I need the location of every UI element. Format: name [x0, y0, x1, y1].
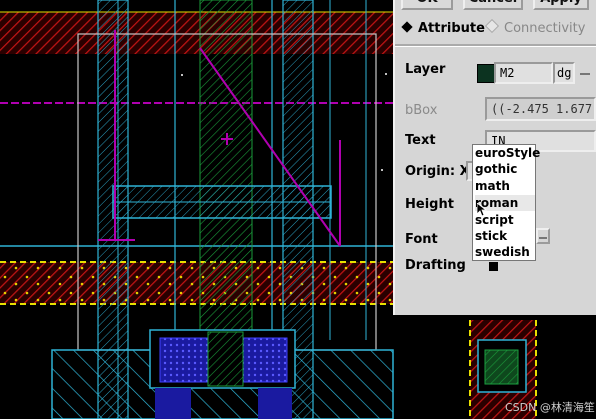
text-label: Text	[405, 133, 436, 148]
font-option-eurostyle[interactable]: euroStyle	[475, 145, 540, 161]
tab-divider	[395, 44, 596, 47]
radio-diamond-icon	[401, 21, 413, 33]
tab-connectivity-label: Connectivity	[504, 21, 586, 36]
mouse-cursor-icon	[477, 203, 487, 217]
tab-attribute[interactable]: Attribute	[401, 21, 485, 36]
tab-connectivity[interactable]: Connectivity	[484, 18, 586, 36]
font-dropdown-button[interactable]	[536, 228, 550, 244]
font-label: Font	[405, 232, 438, 247]
tab-bar: Attribute Connectivity	[395, 18, 596, 44]
radio-diamond-icon	[484, 18, 500, 34]
font-option-stick[interactable]: stick	[475, 228, 535, 244]
height-label: Height	[405, 197, 454, 212]
font-option-gothic[interactable]: gothic	[475, 161, 535, 177]
checkbox-icon[interactable]	[489, 262, 498, 271]
watermark: CSDN @林清海笙	[505, 401, 595, 414]
layer-field[interactable]: M2	[494, 62, 553, 84]
layer-label: Layer	[405, 62, 446, 77]
tab-attribute-label: Attribute	[418, 21, 485, 36]
bbox-label: bBox	[405, 103, 438, 118]
bbox-field: ((-2.475 1.677)	[485, 97, 596, 121]
apply-button[interactable]: Apply	[533, 0, 589, 10]
origin-label: Origin: X	[405, 164, 470, 179]
font-option-swedish[interactable]: swedish	[475, 244, 535, 260]
font-dropdown-icon	[539, 237, 547, 239]
font-option-math[interactable]: math	[475, 178, 535, 194]
ok-button[interactable]: OK	[401, 0, 453, 10]
drafting-label: Drafting	[405, 258, 466, 273]
cancel-button[interactable]: Cancel	[463, 0, 523, 10]
layer-dropdown-icon[interactable]	[580, 73, 590, 75]
layer-purpose-field[interactable]: dg	[553, 62, 575, 84]
